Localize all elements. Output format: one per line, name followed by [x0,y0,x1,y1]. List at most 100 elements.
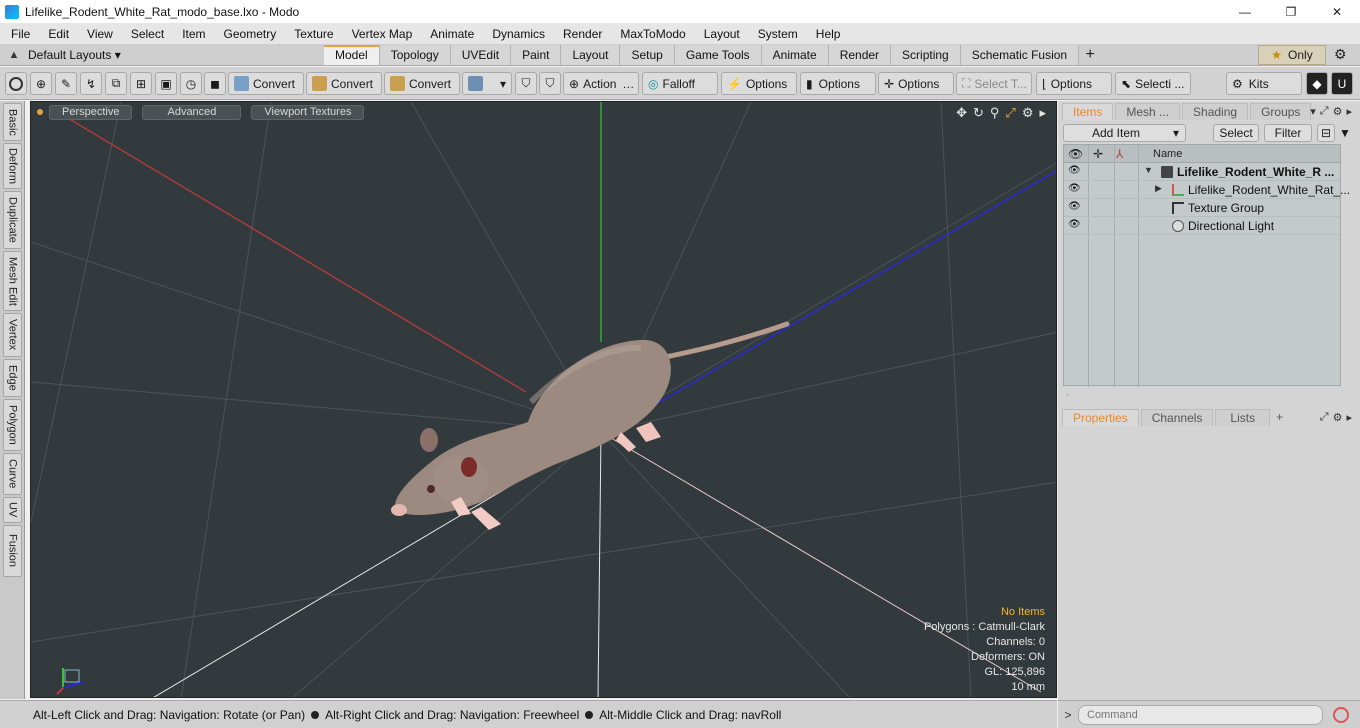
chevron-down-icon[interactable]: ▾ [1310,105,1316,118]
options-button-4[interactable]: ⌊ Options [1036,72,1112,95]
convert-button-3[interactable]: Convert [384,72,460,95]
only-toggle[interactable]: ★ Only [1258,45,1326,65]
unity-button[interactable]: ◆ [1306,72,1328,95]
rail-tab-duplicate[interactable]: Duplicate [3,191,22,249]
menu-select[interactable]: Select [120,27,171,41]
column-name[interactable]: Name [1153,148,1182,160]
locator-icon[interactable]: ⅄ [1116,147,1123,161]
maximize-button[interactable]: ❐ [1268,0,1314,23]
expand-arrow-icon[interactable]: ▶ [1155,183,1162,194]
tree-scrollbar[interactable]: ◦ [1066,390,1338,399]
options-button-3[interactable]: ✛ Options [878,72,954,95]
falloff-button[interactable]: ◎ Falloff [642,72,718,95]
funnel-icon[interactable]: ▼ [1337,124,1353,142]
menu-edit[interactable]: Edit [37,27,76,41]
tab-animate[interactable]: Animate [761,45,829,65]
rail-tab-curve[interactable]: Curve [3,453,22,495]
tab-paint[interactable]: Paint [511,45,562,65]
filter-button[interactable]: Filter [1264,124,1312,142]
tab-layout[interactable]: Layout [561,45,621,65]
menu-item[interactable]: Item [171,27,212,41]
tab-render[interactable]: Render [828,45,892,65]
kits-button[interactable]: ⚙ Kits [1226,72,1302,95]
add-tab-icon[interactable]: + [1276,410,1283,424]
action-center-button[interactable]: ⊕ Action… [563,72,639,95]
tab-uvedit[interactable]: UVEdit [450,45,512,65]
rail-tab-edge[interactable]: Edge [3,359,22,397]
collapse-icon[interactable]: ⊟ [1317,124,1335,142]
tab-groups[interactable]: Groups [1250,102,1312,120]
symmetry-button[interactable]: ⛉ [515,72,537,95]
eye-icon[interactable]: 👁 [1068,201,1082,215]
workplane-button[interactable]: ⛉ [539,72,561,95]
tab-channels[interactable]: Channels [1140,408,1214,426]
polygons-button[interactable]: ⊞ [130,72,152,95]
chevron-right-icon[interactable]: ▸ [1346,411,1352,424]
rail-tab-basic[interactable]: Basic [3,103,22,141]
menu-help[interactable]: Help [805,27,848,41]
tab-items[interactable]: Items [1062,102,1114,120]
add-item-dropdown[interactable]: Add Item ▾ [1063,124,1186,142]
rail-tab-vertex[interactable]: Vertex [3,313,22,357]
eye-icon[interactable]: 👁 [1068,183,1082,197]
menu-system[interactable]: System [747,27,805,41]
expand-arrow-icon[interactable]: ▼ [1144,165,1153,175]
eye-icon[interactable]: 👁 [1068,147,1083,161]
rat-model[interactable] [391,321,790,530]
shape-dropdown[interactable]: ▾ [462,72,512,95]
shade-button[interactable]: ◼ [204,72,226,95]
selection-sets-button[interactable]: ⬉ Selecti ... [1115,72,1191,95]
add-tab-icon[interactable]: + [1079,45,1101,65]
gear-icon[interactable]: ⚙ [1334,46,1347,63]
tree-row[interactable]: 👁 Texture Group [1064,199,1340,217]
convert-button-2[interactable]: Convert [306,72,382,95]
pan-icon[interactable]: ✥ [956,105,967,121]
rail-tab-mesh-edit[interactable]: Mesh Edit [3,251,22,311]
tab-game-tools[interactable]: Game Tools [674,45,762,65]
zoom-icon[interactable]: ⚲ [990,105,1000,121]
tab-mesh[interactable]: Mesh ... [1115,102,1181,120]
menu-vertex-map[interactable]: Vertex Map [341,27,420,41]
tree-row[interactable]: 👁 ▼ Lifelike_Rodent_White_R ... [1064,163,1340,181]
select-vertices-button[interactable] [5,72,27,95]
expand-icon[interactable]: ⤢ [1320,105,1329,118]
record-icon[interactable] [1333,706,1349,723]
options-button-1[interactable]: ⚡ Options [721,72,797,95]
edges-button[interactable]: ⧉ [105,72,127,95]
eye-icon[interactable]: 👁 [1068,219,1082,233]
viewport-menu-dot[interactable] [37,109,43,115]
convert-button-1[interactable]: Convert [228,72,304,95]
close-button[interactable]: ✕ [1314,0,1360,23]
tab-lists[interactable]: Lists [1215,408,1271,426]
menu-file[interactable]: File [0,27,37,41]
globe-button[interactable]: ⊕ [30,72,52,95]
advanced-button[interactable]: Advanced [142,104,242,120]
viewport-textures-button[interactable]: Viewport Textures [251,104,365,120]
rail-tab-uv[interactable]: UV [3,497,22,523]
menu-maxtomodo[interactable]: MaxToModo [609,27,692,41]
maximize-viewport-icon[interactable]: ⤢ [1005,105,1015,121]
tree-row[interactable]: 👁 ▶ Lifelike_Rodent_White_Rat_... [1064,181,1350,199]
lock-icon[interactable]: ✛ [1093,147,1103,161]
rotate-icon[interactable]: ↻ [973,105,984,121]
tab-model[interactable]: Model [324,45,380,65]
tab-topology[interactable]: Topology [379,45,451,65]
gear-icon[interactable]: ⚙ [1022,105,1034,121]
select-button[interactable]: Select [1213,124,1259,142]
select-through-button[interactable]: ⛶ Select T... [956,72,1032,95]
options-button-2[interactable]: ▮ Options [800,72,876,95]
tab-scripting[interactable]: Scripting [891,45,961,65]
menu-layout[interactable]: Layout [693,27,747,41]
perspective-button[interactable]: Perspective [49,104,133,120]
menu-texture[interactable]: Texture [283,27,340,41]
rail-tab-fusion[interactable]: Fusion [3,525,22,577]
minimize-button[interactable]: — [1222,0,1268,23]
menu-geometry[interactable]: Geometry [213,27,284,41]
brush-button[interactable]: ↯ [80,72,102,95]
layouts-dropdown[interactable]: ▲ Default Layouts ▾ [0,44,121,66]
menu-animate[interactable]: Animate [419,27,481,41]
material-button[interactable]: ◷ [180,72,202,95]
tab-properties[interactable]: Properties [1062,408,1139,426]
command-input[interactable] [1078,704,1323,725]
gear-icon[interactable]: ⚙ [1333,411,1343,424]
